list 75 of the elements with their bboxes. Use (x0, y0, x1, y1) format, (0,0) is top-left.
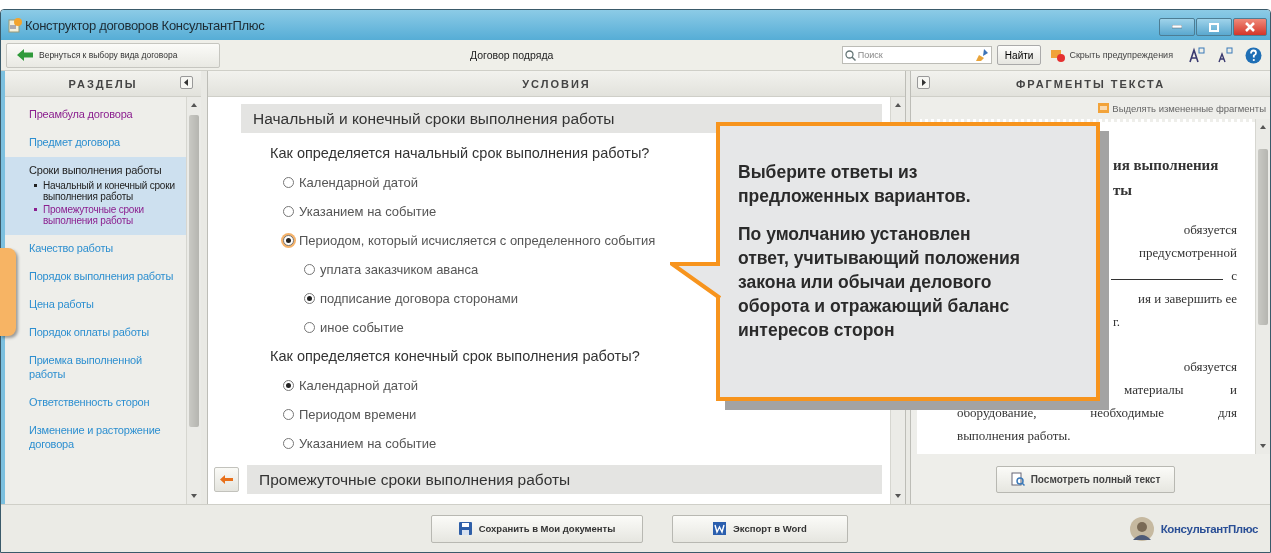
document-text: оборудование, необходимые для (957, 404, 1237, 422)
radio-option[interactable]: иное событие (304, 319, 404, 336)
radio-button[interactable] (304, 264, 315, 275)
question-text: Как определяется начальный срок выполнения работы? (270, 145, 651, 162)
highlight-icon (1098, 103, 1110, 113)
back-button[interactable] (214, 467, 239, 492)
word-document-icon (713, 522, 727, 535)
pane-title: УСЛОВИЯ (522, 77, 591, 90)
document-title: Договор подряда (470, 49, 555, 61)
logo-text: КонсультантПлюс (1160, 522, 1258, 535)
document-text: г. (1112, 313, 1122, 331)
collapse-button[interactable] (180, 76, 193, 89)
radio-button[interactable] (304, 293, 315, 304)
maximize-icon (1209, 22, 1219, 32)
radio-option[interactable]: Календарной датой (283, 174, 418, 191)
callout-text: По умолчанию установлен ответ, учитывающий положения закона или обычаи делового оборота и отражающий баланс интересов сторон (738, 223, 1021, 342)
save-button[interactable]: Сохранить в Мои документы (431, 514, 643, 543)
app-icon (7, 17, 23, 33)
view-full-text-button[interactable]: Посмотреть полный текст (995, 465, 1176, 493)
hide-warnings-button[interactable]: Скрыть предупреждения (1051, 48, 1173, 62)
radio-button[interactable] (283, 380, 294, 391)
radio-button[interactable] (283, 177, 294, 188)
radio-option[interactable]: Периодом времени (283, 406, 417, 423)
radio-option[interactable]: Указанием на событие (283, 203, 437, 220)
maximize-button[interactable] (1196, 18, 1232, 36)
document-heading: ия выполнения (1112, 156, 1220, 175)
subsection-link[interactable]: Начальный и конечный сроки выполнения работы (33, 179, 186, 203)
arrow-left-icon (17, 49, 33, 61)
document-text: с (1231, 267, 1237, 285)
radio-option[interactable]: Периодом, который исчисляется с определенного события (283, 232, 656, 249)
person-silhouette-icon (1128, 515, 1155, 542)
callout-text: Выберите ответы из предложенных вариантов. (738, 161, 972, 208)
expand-button[interactable] (917, 76, 930, 89)
radio-button[interactable] (283, 206, 294, 217)
warning-icon (1051, 48, 1066, 62)
document-text: обязуется (1183, 359, 1237, 374)
minimize-icon (1172, 25, 1182, 29)
triangle-icon (184, 79, 189, 86)
help-icon[interactable] (1245, 46, 1262, 64)
radio-option[interactable]: уплата заказчиком аванса (304, 261, 479, 278)
section-header[interactable]: Промежуточные сроки выполнения работы (247, 465, 882, 494)
back-button[interactable]: Вернуться к выбору вида договора (6, 42, 220, 68)
section-link[interactable]: Преамбула договора (29, 101, 141, 129)
export-button[interactable]: Экспорт в Word (672, 514, 848, 543)
close-button[interactable] (1233, 18, 1267, 36)
search-input[interactable]: Поиск (857, 50, 973, 60)
radio-button[interactable] (304, 322, 315, 333)
pane-title: ФРАГМЕНТЫ ТЕКСТА (1015, 77, 1166, 90)
window-title: Конструктор договоров КонсультантПлюс (25, 17, 265, 33)
subsection-link[interactable]: Промежуточные сроки выполнения работы (33, 203, 186, 227)
pane-title: РАЗДЕЛЫ (68, 77, 138, 90)
question-text: Как определяется конечный срок выполнения работы? (270, 348, 641, 365)
scrollbar[interactable] (186, 97, 201, 504)
document-text: материалы и (1123, 381, 1237, 399)
section-link[interactable]: Сроки выполнения работы (29, 163, 170, 179)
broom-icon[interactable] (974, 48, 989, 62)
font-increase-icon[interactable] (1189, 47, 1205, 63)
close-icon (1245, 22, 1255, 32)
radio-option[interactable]: подписание договора сторонами (304, 290, 519, 307)
font-decrease-icon[interactable] (1217, 47, 1233, 63)
document-search-icon (1010, 472, 1025, 486)
minimize-button[interactable] (1159, 18, 1195, 36)
radio-option[interactable]: Календарной датой (283, 377, 418, 394)
triangle-icon (921, 79, 926, 86)
document-text: предусмотренной (1139, 245, 1237, 260)
document-text: обязуется (1183, 222, 1237, 237)
search-field[interactable]: Поиск (841, 46, 992, 64)
arrow-left-icon (220, 475, 233, 484)
radio-button[interactable] (283, 409, 294, 420)
document-text: ия и завершить ее (1138, 291, 1237, 306)
find-button[interactable]: Найти (996, 45, 1042, 65)
document-text: выполнения работы. (957, 427, 1072, 445)
search-icon (844, 49, 856, 61)
radio-button[interactable] (283, 438, 294, 449)
radio-option[interactable]: Указанием на событие (283, 435, 437, 452)
